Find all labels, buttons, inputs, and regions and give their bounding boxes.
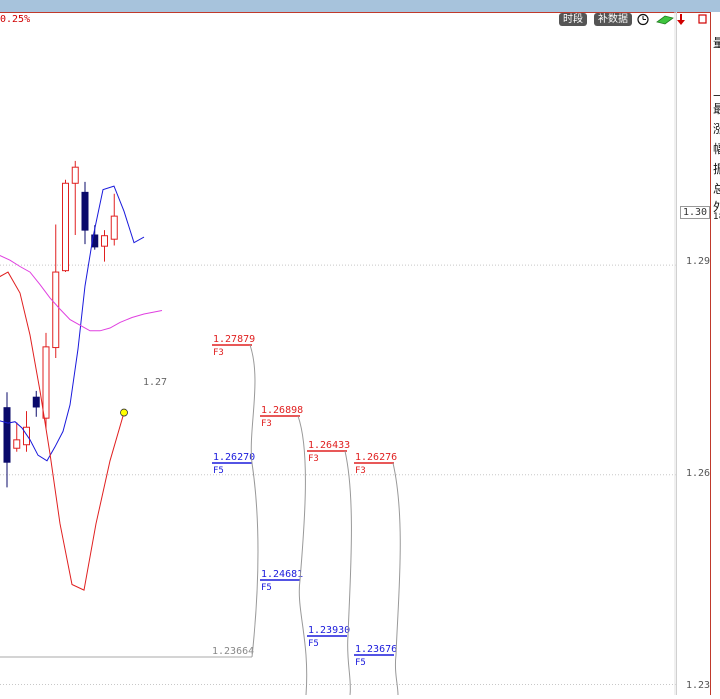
quote-label: 振 bbox=[713, 160, 720, 177]
marker-point bbox=[120, 408, 128, 417]
clock-icon[interactable] bbox=[637, 13, 651, 29]
ma-line-red bbox=[0, 271, 125, 591]
candle-body bbox=[52, 271, 60, 349]
chart-area[interactable]: 1.27 1.27879 F3 1.26898 F3 1.26433 F3 1.26276 F3… bbox=[0, 12, 676, 696]
price-tick: 1.29 bbox=[686, 256, 711, 267]
fib-level-value: 1.23676 bbox=[355, 644, 397, 655]
fib-level-tag: F5 bbox=[355, 658, 366, 668]
price-tick: 1.23 bbox=[686, 680, 711, 691]
fib-level-value: 1.26433 bbox=[308, 440, 350, 451]
fib-arc bbox=[344, 450, 352, 696]
candle-body bbox=[23, 426, 30, 446]
fib-level-tag: F3 bbox=[261, 419, 272, 429]
fill-data-button[interactable]: 补数据 bbox=[594, 13, 632, 26]
percent-change: 0.25% bbox=[0, 14, 31, 25]
fib-level-tag: F3 bbox=[213, 348, 224, 358]
fib-level-value: 1.26898 bbox=[261, 405, 303, 416]
price-tick: 1.26 bbox=[686, 468, 711, 479]
pen-icon[interactable] bbox=[656, 13, 674, 29]
marker-value-label: 1.27 bbox=[143, 377, 167, 388]
fib-level-tag: F5 bbox=[308, 639, 319, 649]
quote-label: 幅 bbox=[713, 140, 720, 157]
fib-level-tag: F3 bbox=[355, 466, 366, 476]
fib-level-value: 1.27879 bbox=[213, 334, 255, 345]
fib-arc bbox=[392, 462, 401, 696]
candle-body bbox=[62, 182, 69, 272]
candle-body bbox=[101, 235, 108, 247]
baseline-label: 1.23664 bbox=[212, 646, 254, 657]
quote-panel: 量 — 最 涨 幅 振 总 外 18 bbox=[710, 12, 720, 695]
candle-body bbox=[110, 215, 118, 240]
candle-body bbox=[42, 346, 50, 419]
current-price-tag: 1.30 bbox=[680, 206, 711, 219]
fib-level-value: 1.23930 bbox=[308, 625, 350, 636]
fib-level-tag: F5 bbox=[261, 583, 272, 593]
fib-arc bbox=[249, 344, 259, 658]
fib-level-tag: F5 bbox=[213, 466, 224, 476]
candle-body bbox=[71, 166, 79, 184]
fib-arc bbox=[297, 415, 308, 696]
fib-level-value: 1.24681 bbox=[261, 569, 303, 580]
candle-body bbox=[3, 407, 11, 463]
price-axis bbox=[676, 12, 711, 695]
fib-level-value: 1.26270 bbox=[213, 452, 255, 463]
candle-body bbox=[32, 396, 40, 408]
period-button[interactable]: 时段 bbox=[559, 13, 587, 26]
chart-canvas[interactable]: 1.27 1.27879 F3 1.26898 F3 1.26433 F3 1.26276 F3… bbox=[0, 12, 676, 696]
fib-level-tag: F3 bbox=[308, 454, 319, 464]
candle-body bbox=[81, 191, 89, 231]
quote-label: 量 bbox=[713, 34, 720, 51]
quote-label: 总 bbox=[713, 180, 720, 197]
candle-body bbox=[13, 439, 21, 449]
quote-label: 最 bbox=[713, 100, 720, 117]
quote-label: 涨 bbox=[713, 120, 720, 137]
quote-label: 18 bbox=[713, 212, 720, 222]
fib-level-value: 1.26276 bbox=[355, 452, 397, 463]
